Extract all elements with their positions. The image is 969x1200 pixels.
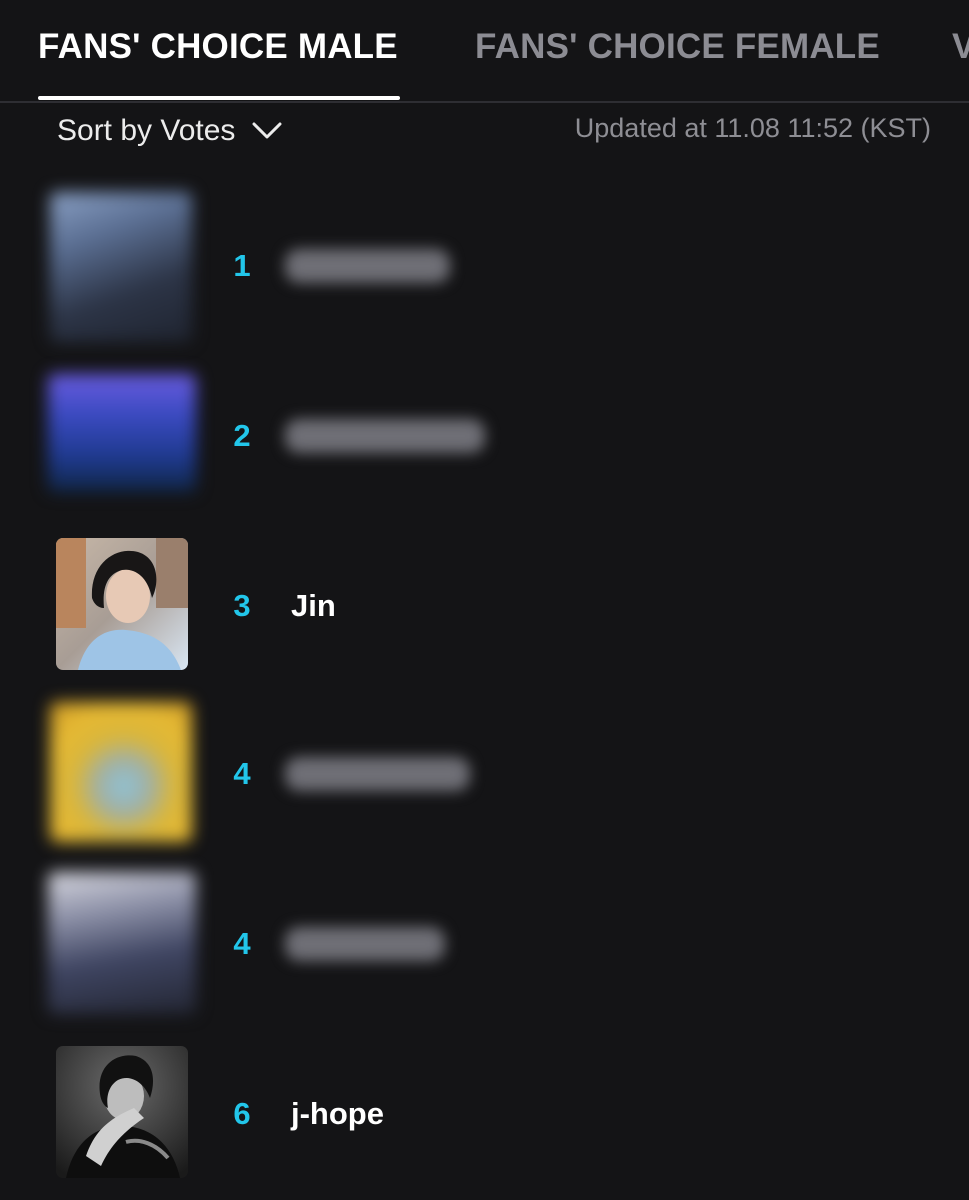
rank-number: 3 [233, 588, 251, 623]
ranking-row[interactable]: 4 [0, 700, 969, 850]
rank-number: 4 [233, 926, 251, 961]
tab-fans-choice-female[interactable]: FANS' CHOICE FEMALE [475, 27, 880, 67]
tab-next[interactable]: V [952, 27, 969, 67]
artist-photo [56, 1046, 188, 1178]
ranking-row[interactable]: 3 Jin [0, 538, 969, 688]
ranking-row[interactable]: 1 [0, 192, 969, 342]
ranking-row[interactable]: 6 j-hope [0, 1046, 969, 1196]
tabs-divider [0, 101, 969, 103]
tab-fans-choice-male[interactable]: FANS' CHOICE MALE [38, 27, 398, 67]
rank-number: 1 [233, 248, 251, 283]
updated-timestamp: Updated at 11.08 11:52 (KST) [574, 113, 931, 143]
artist-name: j-hope [291, 1096, 384, 1131]
artist-thumbnail [50, 702, 192, 842]
sort-dropdown[interactable]: Sort by Votes [57, 111, 283, 151]
hidden-artist-name [285, 419, 485, 453]
artist-thumbnail [50, 192, 192, 342]
artist-name: Jin [291, 588, 336, 623]
hidden-artist-name [285, 757, 470, 791]
hidden-artist-name [285, 249, 450, 283]
ranking-row[interactable]: 4 [0, 870, 969, 1020]
rank-number: 2 [233, 418, 251, 453]
rank-number: 6 [233, 1096, 251, 1131]
artist-photo [56, 538, 188, 670]
rank-number: 4 [233, 756, 251, 791]
category-tabs: FANS' CHOICE MALE FANS' CHOICE FEMALE V [0, 0, 969, 102]
sort-label: Sort by Votes [57, 114, 236, 147]
artist-thumbnail [48, 872, 196, 1014]
hidden-artist-name [285, 927, 445, 961]
ranking-row[interactable]: 2 [0, 372, 969, 522]
artist-thumbnail [48, 374, 196, 492]
active-tab-indicator [38, 96, 400, 100]
chevron-down-icon [252, 122, 282, 139]
